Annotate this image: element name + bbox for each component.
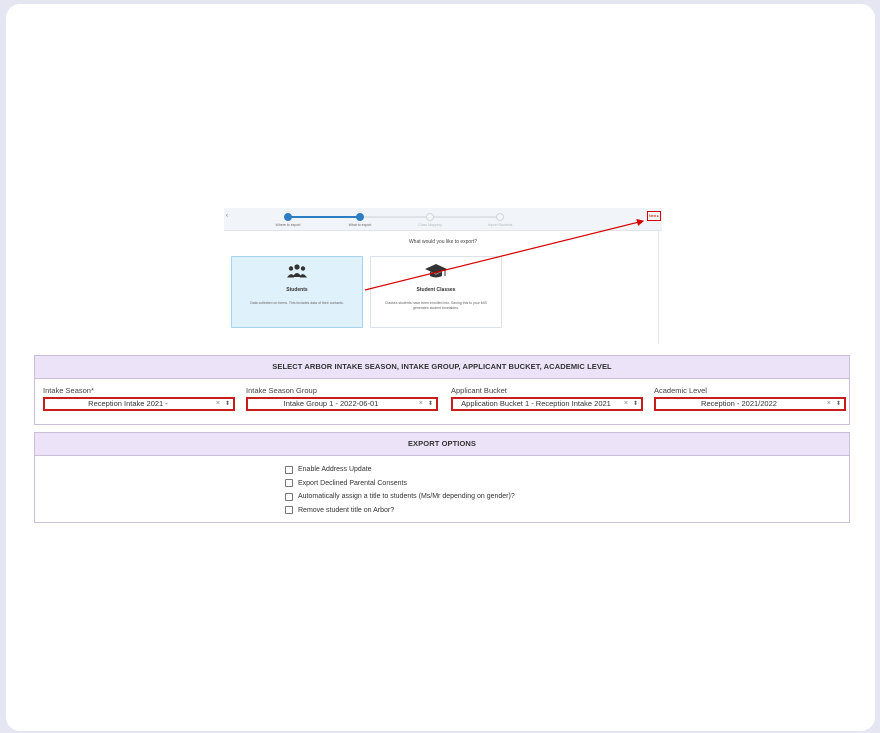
- step-label: Class Mapping: [418, 223, 442, 227]
- clear-icon[interactable]: ×: [827, 399, 831, 409]
- field-label: Academic Level: [654, 386, 707, 395]
- option-label: Enable Address Update: [298, 466, 372, 474]
- option-label: Remove student title on Arbor?: [298, 506, 395, 514]
- checkbox[interactable]: [285, 492, 293, 501]
- divider: [658, 230, 659, 344]
- export-options-panel: EXPORT OPTIONS Enable Address Update Exp…: [34, 432, 850, 523]
- export-question: What would you like to export?: [408, 239, 478, 245]
- export-options-list: Enable Address Update Export Declined Pa…: [285, 463, 515, 517]
- checkbox[interactable]: [285, 479, 293, 488]
- caret-updown-icon: ⬍: [835, 401, 841, 407]
- export-wizard-screenshot: ‹ Where to export What to export Class M…: [224, 208, 662, 344]
- applicant-bucket-select[interactable]: Application Bucket 1 - Reception Intake …: [451, 397, 643, 411]
- auto-assign-title-option[interactable]: Automatically assign a title to students…: [285, 490, 515, 504]
- option-title: Student Classes: [416, 287, 456, 293]
- wizard-stepper: ‹ Where to export What to export Class M…: [224, 208, 662, 231]
- export-declined-consents-option[interactable]: Export Declined Parental Consents: [285, 477, 515, 491]
- intake-season-field: Intake Season* Reception Intake 2021 - ×…: [43, 386, 235, 411]
- select-value: Reception - 2021/2022: [701, 399, 777, 408]
- field-label: Intake Season Group: [246, 386, 317, 395]
- step-dot: [284, 213, 292, 221]
- caret-updown-icon: ⬍: [224, 401, 230, 407]
- remove-student-title-option[interactable]: Remove student title on Arbor?: [285, 504, 515, 518]
- intake-season-select[interactable]: Reception Intake 2021 - × ⬍: [43, 397, 235, 411]
- caret-updown-icon: ⬍: [632, 401, 638, 407]
- step-label: Where to export: [275, 223, 301, 227]
- field-label: Intake Season*: [43, 386, 94, 395]
- step-connector: [288, 216, 360, 218]
- clear-icon[interactable]: ×: [216, 399, 220, 409]
- step-label: What to export: [348, 223, 372, 227]
- intake-season-group-field: Intake Season Group Intake Group 1 - 202…: [246, 386, 438, 411]
- panel-title: SELECT ARBOR INTAKE SEASON, INTAKE GROUP…: [35, 356, 849, 379]
- option-label: Automatically assign a title to students…: [298, 493, 515, 501]
- student-classes-option-card[interactable]: Student Classes Classes students have be…: [370, 256, 502, 328]
- students-option-card[interactable]: Students Data collected on forms. This i…: [231, 256, 363, 328]
- select-value: Intake Group 1 - 2022-06-01: [283, 399, 379, 408]
- intake-selection-panel: SELECT ARBOR INTAKE SEASON, INTAKE GROUP…: [34, 355, 850, 425]
- next-button[interactable]: Next ▸: [647, 211, 661, 221]
- checkbox[interactable]: [285, 506, 293, 515]
- step-dot: [356, 213, 364, 221]
- option-label: Export Declined Parental Consents: [298, 479, 407, 487]
- intake-season-group-select[interactable]: Intake Group 1 - 2022-06-01 × ⬍: [246, 397, 438, 411]
- enable-address-update-option[interactable]: Enable Address Update: [285, 463, 515, 477]
- academic-level-select[interactable]: Reception - 2021/2022 × ⬍: [654, 397, 846, 411]
- clear-icon[interactable]: ×: [624, 399, 628, 409]
- caret-updown-icon: ⬍: [427, 401, 433, 407]
- field-label: Applicant Bucket: [451, 386, 507, 395]
- option-description: Data collected on forms. This includes d…: [250, 301, 344, 305]
- select-value: Reception Intake 2021 -: [88, 399, 168, 408]
- step-label: Import Students: [487, 223, 513, 227]
- checkbox[interactable]: [285, 465, 293, 474]
- applicant-bucket-field: Applicant Bucket Application Bucket 1 - …: [451, 386, 643, 411]
- step-dot: [426, 213, 434, 221]
- people-icon: [232, 263, 362, 280]
- option-title: Students: [286, 287, 308, 293]
- clear-icon[interactable]: ×: [419, 399, 423, 409]
- academic-level-field: Academic Level Reception - 2021/2022 × ⬍: [654, 386, 846, 411]
- graduation-cap-icon: [371, 263, 501, 280]
- select-value: Application Bucket 1 - Reception Intake …: [461, 399, 611, 408]
- step-dot: [496, 213, 504, 221]
- back-chevron-icon[interactable]: ‹: [226, 213, 228, 219]
- panel-title: EXPORT OPTIONS: [35, 433, 849, 456]
- option-description: Classes students have been enrolled into…: [385, 301, 487, 310]
